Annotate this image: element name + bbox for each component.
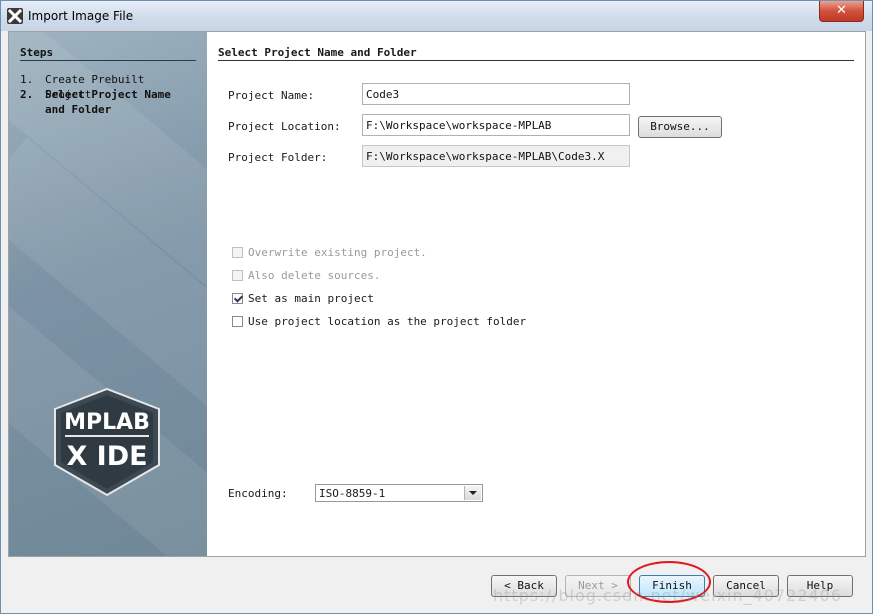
- option-label: Set as main project: [248, 292, 374, 305]
- encoding-label: Encoding:: [228, 487, 288, 500]
- overwrite-existing-option[interactable]: Overwrite existing project.: [232, 246, 427, 260]
- svg-text:X IDE: X IDE: [66, 441, 147, 472]
- option-label: Overwrite existing project.: [248, 246, 427, 259]
- step-label: Select Project Name and Folder: [45, 88, 171, 116]
- back-button[interactable]: < Back: [491, 575, 557, 597]
- help-button[interactable]: Help: [787, 575, 853, 597]
- import-image-file-dialog: Import Image File ✕ Steps 1. Create Prebu…: [0, 0, 873, 614]
- svg-text:MPLAB: MPLAB: [64, 410, 150, 435]
- steps-title: Steps: [20, 46, 54, 59]
- project-name-input[interactable]: [362, 83, 630, 105]
- use-project-location-option[interactable]: Use project location as the project fold…: [232, 315, 526, 329]
- use-project-location-checkbox[interactable]: [232, 316, 243, 327]
- close-button[interactable]: ✕: [819, 1, 864, 22]
- project-name-label: Project Name:: [228, 89, 315, 102]
- close-icon: ✕: [836, 3, 847, 18]
- window-title: Import Image File: [28, 9, 134, 23]
- finish-button[interactable]: Finish: [639, 575, 705, 597]
- project-folder-input: [362, 145, 630, 167]
- encoding-select[interactable]: ISO-8859-1: [315, 484, 483, 502]
- steps-divider: [20, 60, 196, 61]
- set-main-project-checkbox[interactable]: [232, 293, 243, 304]
- cancel-button[interactable]: Cancel: [713, 575, 779, 597]
- project-location-label: Project Location:: [228, 120, 341, 133]
- step-number: 1.: [20, 73, 34, 86]
- encoding-value: ISO-8859-1: [319, 487, 386, 500]
- delete-sources-option[interactable]: Also delete sources.: [232, 269, 380, 283]
- mplab-x-icon: [7, 8, 23, 24]
- steps-panel: Steps 1. Create Prebuilt Project 2. Select…: [9, 32, 207, 556]
- next-button[interactable]: Next >: [565, 575, 631, 597]
- panel-divider: [218, 60, 854, 61]
- title-bar[interactable]: Import Image File ✕: [1, 1, 872, 31]
- overwrite-existing-checkbox[interactable]: [232, 247, 243, 258]
- project-location-input[interactable]: [362, 114, 630, 136]
- project-folder-label: Project Folder:: [228, 151, 328, 164]
- step-number: 2.: [20, 88, 34, 101]
- delete-sources-checkbox[interactable]: [232, 270, 243, 281]
- set-main-project-option[interactable]: Set as main project: [232, 292, 374, 306]
- chevron-down-icon[interactable]: [464, 486, 481, 500]
- option-label: Also delete sources.: [248, 269, 381, 282]
- option-label: Use project location as the project fold…: [248, 315, 527, 328]
- panel-title: Select Project Name and Folder: [218, 46, 417, 59]
- main-panel: Select Project Name and Folder Project N…: [207, 32, 865, 556]
- step-select-project-name: 2. Select Project Name and Folder: [20, 87, 195, 117]
- wizard-content: Steps 1. Create Prebuilt Project 2. Select…: [8, 31, 866, 557]
- browse-button[interactable]: Browse...: [638, 116, 722, 138]
- mplab-x-ide-logo: MPLAB X IDE: [54, 387, 160, 497]
